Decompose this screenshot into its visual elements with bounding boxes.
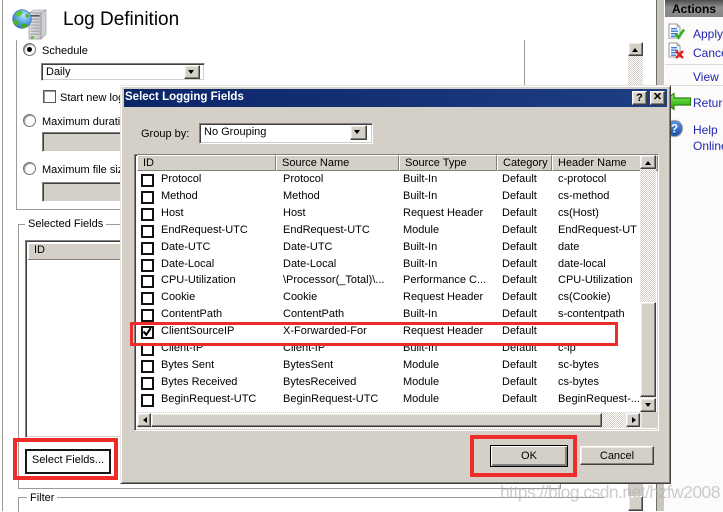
svg-text:?: ? bbox=[671, 123, 678, 135]
